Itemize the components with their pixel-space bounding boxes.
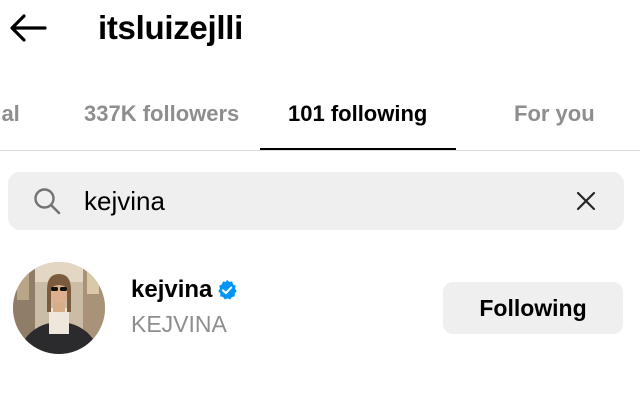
search-icon	[34, 188, 61, 215]
profile-photo	[13, 262, 105, 354]
tab-following[interactable]: 101 following	[288, 92, 427, 136]
list-item[interactable]: kejvina KEJVINA Following	[0, 250, 640, 370]
back-button[interactable]	[6, 8, 50, 48]
following-button[interactable]: Following	[443, 282, 623, 334]
profile-username: itsluizejlli	[98, 9, 243, 46]
tab-followers[interactable]: 337K followers	[84, 92, 239, 136]
tab-for-you[interactable]: For you	[514, 92, 595, 136]
verified-badge-icon	[218, 279, 237, 300]
tabs-divider	[0, 150, 640, 151]
clear-search-button[interactable]	[568, 184, 604, 218]
close-icon	[576, 191, 596, 211]
search-bar	[8, 172, 624, 230]
following-list-screen: itsluizejlli ual 337K followers 101 foll…	[0, 0, 640, 418]
arrow-left-icon	[10, 14, 47, 42]
avatar[interactable]	[13, 262, 105, 354]
search-input[interactable]	[84, 180, 544, 222]
result-username[interactable]: kejvina	[131, 275, 212, 305]
result-full-name: KEJVINA	[131, 311, 227, 337]
tab-mutual[interactable]: ual	[0, 92, 20, 136]
